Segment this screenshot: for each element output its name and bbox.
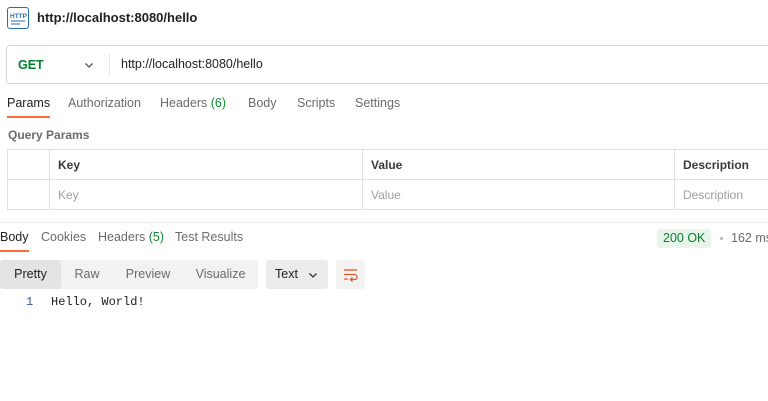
tab-label: Params (7, 96, 51, 110)
request-title[interactable]: http://localhost:8080/hello (37, 10, 197, 25)
wrap-lines-icon (344, 269, 358, 282)
column-label: Key (58, 158, 81, 172)
description-input[interactable] (683, 188, 768, 202)
tab-headers[interactable]: Headers (6) (160, 96, 226, 116)
tab-scripts[interactable]: Scripts (297, 96, 335, 116)
column-label: Value (371, 158, 403, 172)
tab-label: Headers (160, 96, 208, 110)
view-preview-button[interactable]: Preview (113, 260, 183, 289)
column-description: Description (674, 150, 768, 180)
tab-label: Headers (98, 230, 146, 244)
chevron-down-icon (309, 273, 317, 278)
response-tab-cookies[interactable]: Cookies (41, 230, 86, 250)
code-line[interactable]: Hello, World! (51, 295, 145, 309)
key-cell (49, 180, 362, 210)
column-label: Description (683, 158, 750, 172)
line-number: 1 (26, 295, 34, 309)
query-params-table: Key Value Description (7, 149, 768, 210)
format-value: Text (275, 267, 298, 281)
description-cell (674, 180, 768, 210)
method-select[interactable]: GET (18, 58, 44, 72)
http-icon: HTTP (7, 7, 29, 29)
tab-authorization[interactable]: Authorization (68, 96, 141, 116)
response-tabs: Body Cookies Headers (5) Test Results (0, 230, 650, 254)
table-header-row: Key Value Description (8, 150, 768, 180)
response-tab-body[interactable]: Body (0, 230, 29, 252)
column-key: Key (49, 150, 362, 180)
tab-label: Authorization (68, 96, 141, 110)
key-input[interactable] (58, 188, 339, 202)
tab-settings[interactable]: Settings (355, 96, 400, 116)
response-time[interactable]: 162 ms (731, 231, 768, 245)
url-bar: GET (6, 45, 768, 84)
view-raw-button[interactable]: Raw (61, 260, 113, 289)
value-cell (362, 180, 674, 210)
tab-label: Cookies (41, 230, 87, 244)
tab-label: Scripts (297, 96, 336, 110)
url-divider (109, 54, 110, 76)
checkbox-column (8, 150, 49, 180)
response-headers-count: (5) (148, 230, 165, 244)
column-value: Value (362, 150, 674, 180)
query-params-label: Query Params (8, 128, 90, 142)
wrap-lines-button[interactable] (336, 260, 365, 289)
response-tab-test-results[interactable]: Test Results (175, 230, 243, 250)
status-badge[interactable]: 200 OK (657, 229, 712, 248)
tab-label: Test Results (175, 230, 244, 244)
value-input[interactable] (371, 188, 651, 202)
row-checkbox-cell (8, 180, 49, 210)
response-body-editor[interactable]: 1 Hello, World! (0, 293, 768, 393)
view-pretty-button[interactable]: Pretty (0, 260, 61, 289)
tab-params[interactable]: Params (7, 96, 51, 118)
pane-divider[interactable] (0, 222, 768, 223)
format-select[interactable]: Text (266, 260, 328, 289)
tab-label: Settings (355, 96, 401, 110)
url-input[interactable] (121, 57, 721, 71)
chevron-down-icon[interactable] (83, 59, 95, 71)
view-mode-group: Pretty Raw Preview Visualize (0, 260, 258, 289)
table-row (8, 180, 768, 210)
separator-dot (720, 237, 723, 240)
headers-count: (6) (210, 96, 227, 110)
tab-body[interactable]: Body (248, 96, 277, 116)
view-visualize-button[interactable]: Visualize (183, 260, 258, 289)
tab-label: Body (248, 96, 277, 110)
tab-label: Body (0, 230, 29, 244)
response-tab-headers[interactable]: Headers (5) (98, 230, 164, 250)
request-tabs: Params Authorization Headers (6) Body Sc… (0, 96, 768, 120)
svg-text:HTTP: HTTP (10, 13, 28, 20)
request-title-bar: HTTP http://localhost:8080/hello (0, 0, 768, 36)
